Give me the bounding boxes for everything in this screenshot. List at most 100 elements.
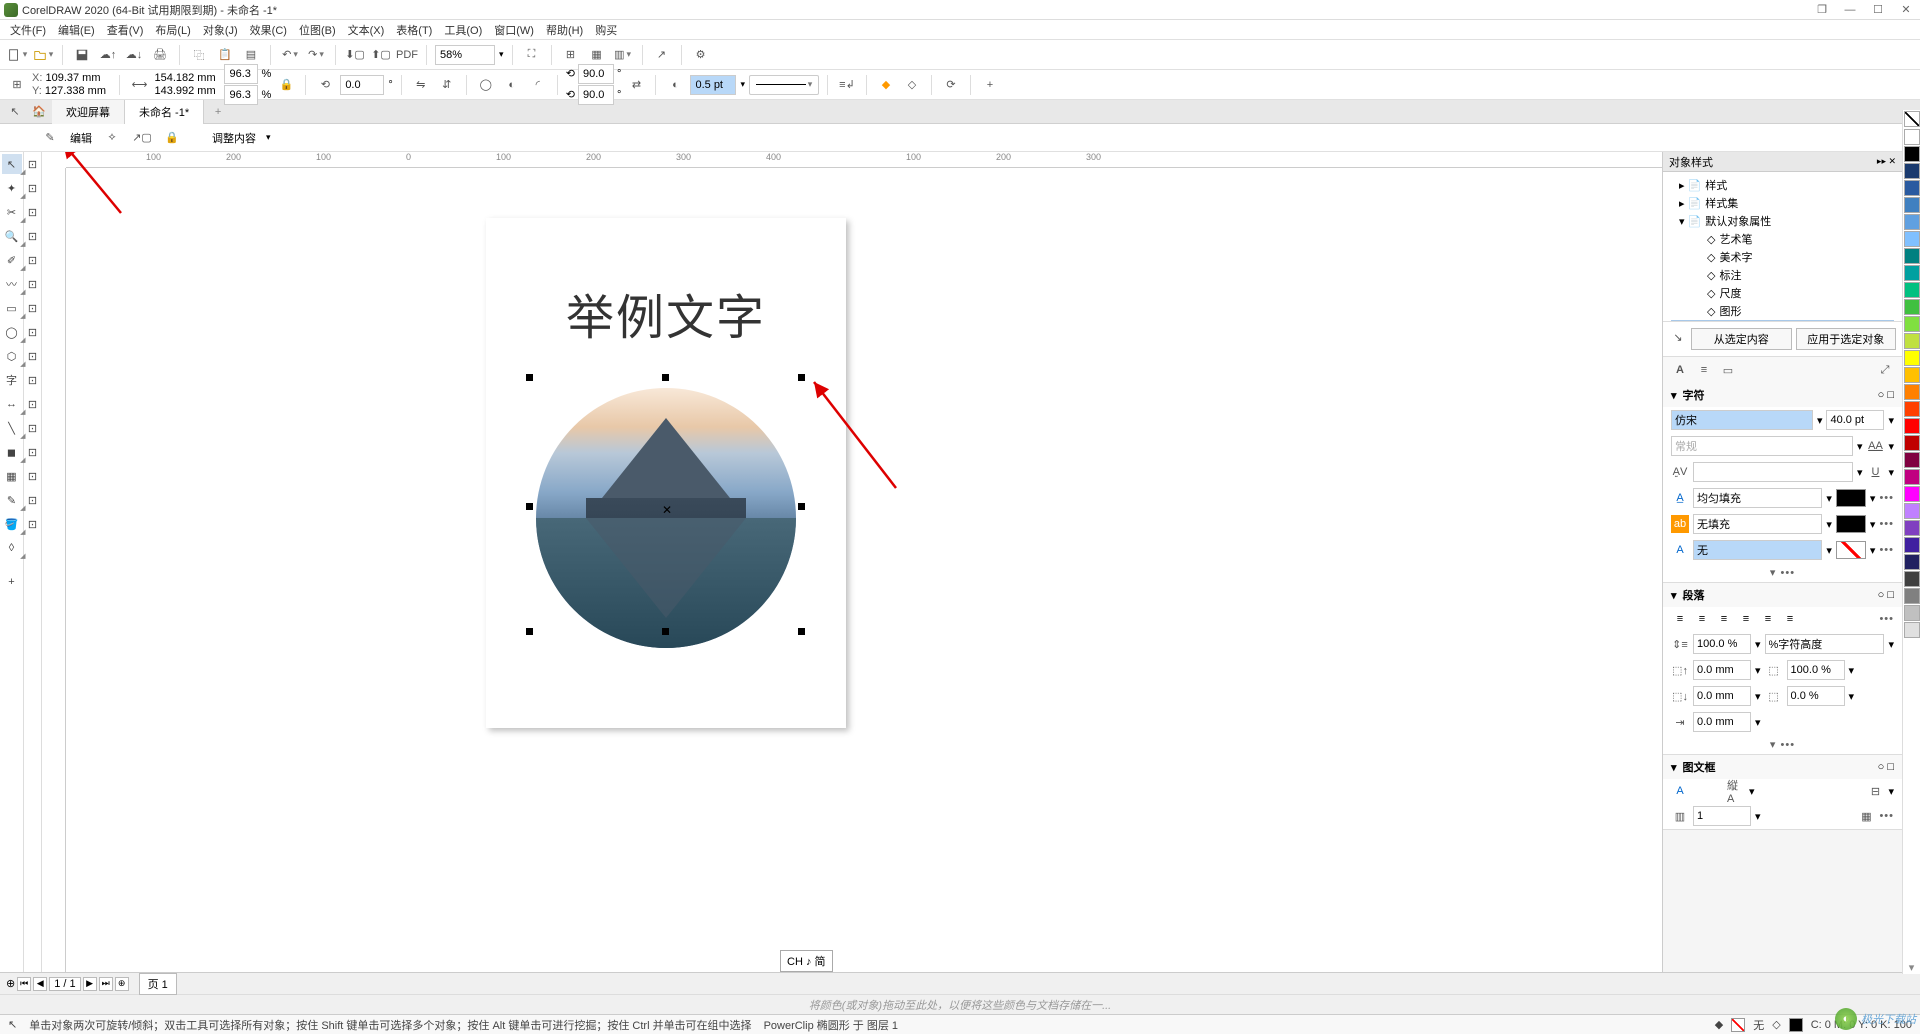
scale-x[interactable] [224, 64, 258, 84]
redo-button[interactable]: ↷ [305, 44, 327, 66]
sel-handle-ml[interactable] [526, 503, 533, 510]
mirror-h-icon[interactable]: ⇋ [410, 74, 432, 96]
after-spacing-input[interactable] [1693, 686, 1751, 706]
fill-indicator-icon[interactable]: ◆ [1715, 1018, 1723, 1031]
tab-welcome[interactable]: 欢迎屏幕 [52, 100, 125, 124]
outline-width-input[interactable] [690, 75, 736, 95]
fly9[interactable]: ⊡ [23, 346, 43, 366]
ime-indicator[interactable]: CH ♪ 简 [780, 950, 833, 972]
color-swatch[interactable] [1904, 163, 1920, 179]
cloud-down-icon[interactable]: ☁↓ [123, 44, 145, 66]
menu-effect[interactable]: 效果(C) [244, 20, 293, 40]
fly16[interactable]: ⊡ [23, 514, 43, 534]
sel-handle-tr[interactable] [798, 374, 805, 381]
edit-label[interactable]: 编辑 [70, 130, 92, 146]
tree-child-1[interactable]: ◇ 美术字 [1671, 248, 1894, 266]
frame-align-icon[interactable]: ⊟ [1866, 782, 1884, 800]
underline-icon[interactable]: A̲A̲ [1866, 437, 1884, 455]
connector-tool[interactable]: ╲◢ [2, 418, 22, 438]
expand-icon[interactable]: ⤢ [1876, 361, 1894, 379]
export-button[interactable]: ⬆▢ [370, 44, 392, 66]
underline2-icon[interactable]: U [1866, 463, 1884, 481]
fly12[interactable]: ⊡ [23, 418, 43, 438]
tree-default-props[interactable]: ▾ 📄 默认对象属性 [1671, 212, 1894, 230]
color-swatch[interactable] [1904, 146, 1920, 162]
powerclip-ellipse[interactable] [536, 388, 796, 648]
after-pct-input[interactable] [1787, 686, 1845, 706]
fly1[interactable]: ⊡ [23, 154, 43, 174]
sel-handle-mr[interactable] [798, 503, 805, 510]
outline-none-swatch[interactable] [1836, 541, 1866, 559]
char-section-header[interactable]: ▾ 字符○ □ [1663, 383, 1902, 407]
bg-type-input[interactable] [1693, 514, 1822, 534]
fly3[interactable]: ⊡ [23, 202, 43, 222]
fly11[interactable]: ⊡ [23, 394, 43, 414]
sample-text[interactable]: 举例文字 [486, 278, 846, 348]
ruler-horizontal[interactable]: 100 200 100 0 100 200 300 400 100 200 30… [66, 152, 1662, 168]
add-tool[interactable]: + [2, 572, 22, 592]
home-tab-icon[interactable]: 🏠 [26, 100, 52, 124]
color-swatch[interactable] [1904, 435, 1920, 451]
tree-style-sets[interactable]: ▸ 📄 样式集 [1671, 194, 1894, 212]
lock-icon[interactable]: 🔒 [162, 128, 182, 148]
mirror-v-icon[interactable]: ⇵ [436, 74, 458, 96]
open-button[interactable] [32, 44, 54, 66]
frame-icon[interactable]: ▭ [1719, 361, 1737, 379]
indent-input[interactable] [1693, 712, 1751, 732]
color-swatch[interactable] [1904, 554, 1920, 570]
canvas-area[interactable]: 100 200 100 0 100 200 300 400 100 200 30… [42, 152, 1662, 972]
align-center-icon[interactable]: ≡ [1715, 610, 1733, 628]
color-swatch[interactable] [1904, 622, 1920, 638]
fullscreen-icon[interactable]: ⛶ [521, 44, 543, 66]
char-A-icon[interactable]: A [1671, 361, 1689, 379]
copy-button[interactable]: ⿻ [188, 44, 210, 66]
menu-layout[interactable]: 布局(L) [149, 20, 196, 40]
new-style-icon[interactable]: ↘ [1669, 328, 1687, 346]
menu-table[interactable]: 表格(T) [390, 20, 438, 40]
color-swatch[interactable] [1904, 265, 1920, 281]
color-swatch[interactable] [1904, 452, 1920, 468]
color-swatch[interactable] [1904, 367, 1920, 383]
sel-handle-tc[interactable] [662, 374, 669, 381]
fly13[interactable]: ⊡ [23, 442, 43, 462]
frame-section-header[interactable]: ▾ 图文框○ □ [1663, 755, 1902, 779]
color-swatch[interactable] [1904, 537, 1920, 553]
zoom-tool[interactable]: 🔍◢ [2, 226, 22, 246]
color-swatch[interactable] [1904, 588, 1920, 604]
rotate-input[interactable] [340, 75, 384, 95]
color-swatch[interactable] [1904, 503, 1920, 519]
color-swatch[interactable] [1904, 350, 1920, 366]
color-swatch[interactable] [1904, 299, 1920, 315]
menu-object[interactable]: 对象(J) [197, 20, 244, 40]
order-front-icon[interactable]: ◆ [875, 74, 897, 96]
crop-icon[interactable]: ⟡ [102, 128, 122, 148]
first-page-button[interactable]: ⏮ [17, 977, 31, 991]
color-swatch[interactable] [1904, 418, 1920, 434]
align-justify-icon[interactable]: ≡ [1759, 610, 1777, 628]
para-section-header[interactable]: ▾ 段落○ □ [1663, 583, 1902, 607]
color-swatch[interactable] [1904, 384, 1920, 400]
tree-child-4[interactable]: ◇ 图形 [1671, 302, 1894, 320]
page-counter[interactable]: 1 / 1 [49, 977, 80, 991]
fly10[interactable]: ⊡ [23, 370, 43, 390]
outline-more-button[interactable]: ••• [1879, 544, 1894, 556]
rectangle-tool[interactable]: ▭◢ [2, 298, 22, 318]
shape-tool[interactable]: ✦◢ [2, 178, 22, 198]
paste-button[interactable]: 📋 [214, 44, 236, 66]
menu-bitmap[interactable]: 位图(B) [293, 20, 342, 40]
bg-color-swatch[interactable] [1836, 515, 1866, 533]
sel-handle-bc[interactable] [662, 628, 669, 635]
outline-tool[interactable]: ◊◢ [2, 538, 22, 558]
before-spacing-input[interactable] [1693, 660, 1751, 680]
pie-icon[interactable]: ◐ [501, 74, 523, 96]
fly2[interactable]: ⊡ [23, 178, 43, 198]
menu-edit[interactable]: 编辑(E) [52, 20, 101, 40]
fill-type-input[interactable] [1693, 488, 1822, 508]
eyedropper-tool[interactable]: ✎◢ [2, 490, 22, 510]
guides-icon[interactable]: ▥ [612, 44, 634, 66]
color-swatch[interactable] [1904, 248, 1920, 264]
import-button[interactable]: ⬇▢ [344, 44, 366, 66]
menu-view[interactable]: 查看(V) [101, 20, 150, 40]
line-spacing-unit[interactable] [1765, 634, 1885, 654]
align-none-icon[interactable]: ≡ [1671, 610, 1689, 628]
